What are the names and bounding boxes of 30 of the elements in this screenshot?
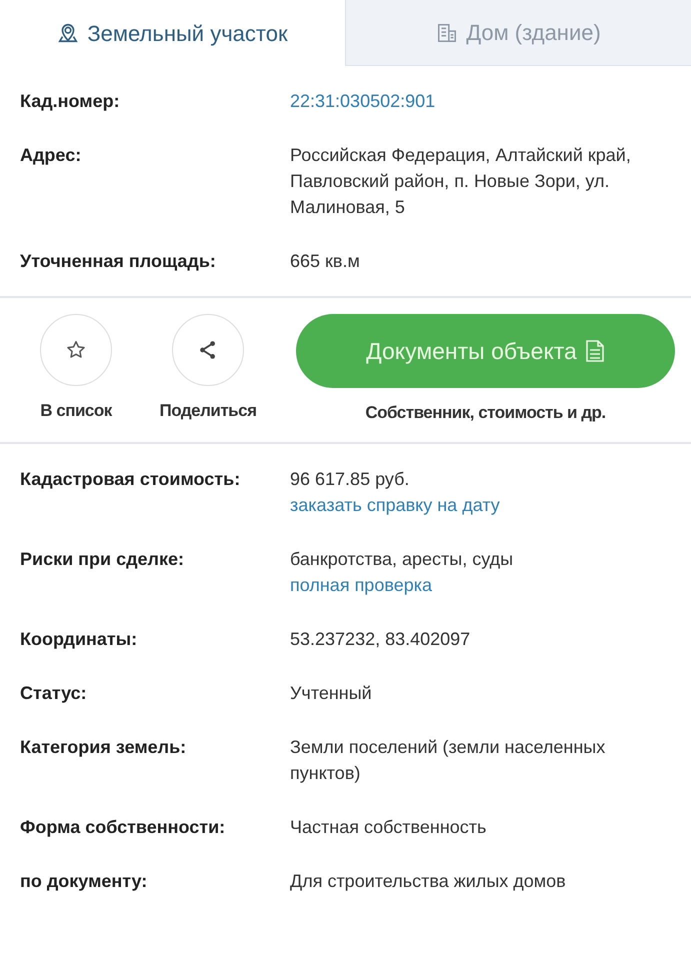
field-value: банкротства, аресты, суды	[290, 548, 514, 571]
field-label: Категория земель:	[20, 736, 188, 759]
action-label: Поделиться	[159, 400, 257, 422]
field-label: Риски при сделке:	[20, 548, 185, 571]
field-value: Учтенный	[290, 682, 373, 704]
field-label: Уточненная площадь:	[20, 250, 217, 273]
field-value: 53.237232, 83.402097	[290, 628, 472, 650]
field-label: Кадастровая стоимость:	[20, 468, 242, 491]
field-value: 96 617.85 руб.	[290, 468, 410, 491]
field-value: Российская Федерация, Алтайский край, Павловский район, п. Новые Зори, ул. Малиновая, 5	[290, 144, 632, 219]
documents-button[interactable]: Документы объекта	[296, 314, 675, 388]
field-value: 665 кв.м	[290, 250, 361, 273]
tab[interactable]: Дом (здание)	[345, 0, 691, 66]
field-label: Адрес:	[20, 144, 82, 167]
field-value: Частная собственность	[290, 816, 488, 838]
field-label: Форма собственности:	[20, 816, 226, 839]
field-label: Статус:	[20, 682, 88, 705]
field-value: Для строительства жилых домов	[290, 870, 567, 893]
documents-caption: Собственник, стоимость и др.	[365, 402, 606, 424]
value-link[interactable]: заказать справку на дату	[290, 492, 660, 518]
building-icon	[436, 22, 458, 44]
value-link[interactable]: 22:31:030502:901	[290, 88, 660, 114]
field-label: Кад.номер:	[20, 90, 121, 113]
field-label: по документу:	[20, 870, 148, 893]
document-icon	[584, 340, 605, 362]
action-label: В список	[40, 400, 112, 422]
location-pin-icon	[57, 22, 80, 44]
field-value: Земли поселений (земли населенных пунктов)	[290, 736, 606, 785]
field-label: Координаты:	[20, 628, 138, 651]
value-link[interactable]: полная проверка	[290, 572, 660, 598]
